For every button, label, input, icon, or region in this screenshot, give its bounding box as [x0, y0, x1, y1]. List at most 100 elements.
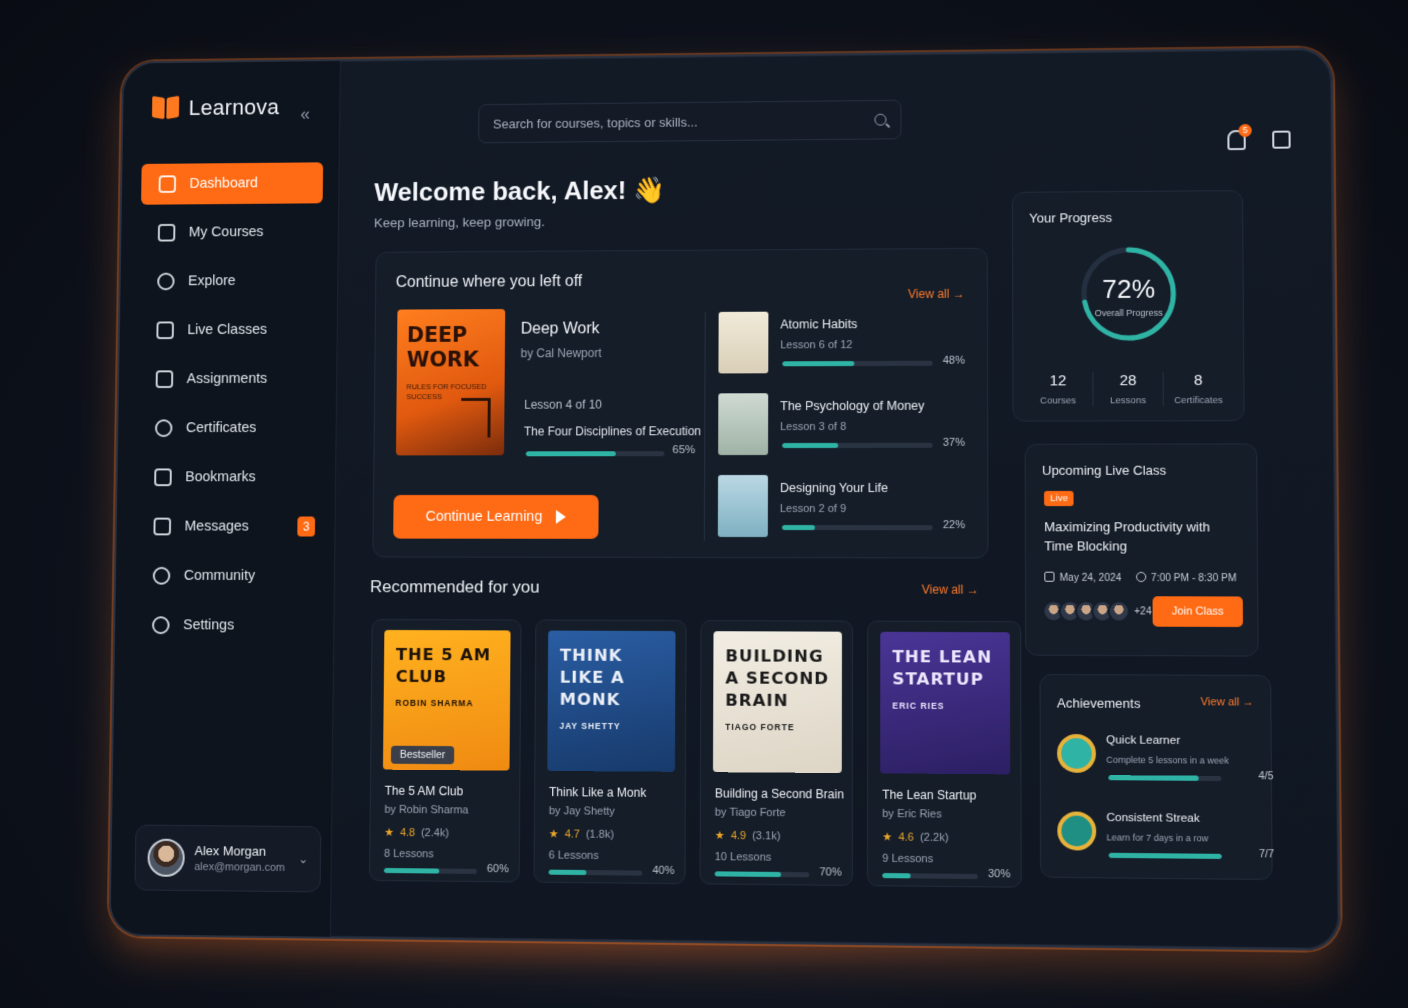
sidebar-item-my-courses[interactable]: My Courses: [140, 211, 322, 253]
notification-count-badge: 5: [1238, 123, 1252, 138]
sidebar-nav: Dashboard My Courses Explore Live Classe…: [134, 162, 324, 654]
sidebar-item-label: Messages: [184, 518, 249, 535]
card-title: Achievements: [1056, 695, 1141, 712]
search-bar: [478, 99, 902, 144]
achievement-name: Quick Learner: [1106, 734, 1181, 748]
list-item[interactable]: Atomic Habits Lesson 6 of 12 48%: [718, 311, 969, 384]
book-logo-icon: [152, 97, 179, 121]
sidebar-item-assignments[interactable]: Assignments: [138, 358, 321, 400]
progress-bar: [782, 360, 933, 367]
view-all-link[interactable]: View all →: [908, 287, 965, 301]
lesson-counter: Lesson 2 of 9: [779, 503, 847, 516]
sidebar-item-bookmarks[interactable]: Bookmarks: [137, 456, 320, 497]
sidebar-item-label: Assignments: [186, 371, 268, 387]
stat-certificates: 8 Certificates: [1174, 371, 1223, 407]
book-author: by Eric Ries: [882, 807, 942, 821]
user-name: Alex Morgan: [194, 843, 267, 859]
user-profile-menu[interactable]: Alex Morgan alex@morgan.com ⌄: [134, 824, 322, 893]
collapse-sidebar-icon[interactable]: «: [300, 104, 310, 125]
achievement-value: 7/7: [1258, 848, 1275, 861]
progress-percent: 70%: [819, 866, 842, 879]
achievement-item[interactable]: Quick Learner Complete 5 lessons in a we…: [1057, 730, 1274, 793]
progress-percent: 40%: [652, 864, 675, 877]
lesson-counter: Lesson 4 of 10: [524, 397, 602, 412]
overall-progress-value: 72%: [1102, 273, 1156, 305]
lamp-illustration: [460, 397, 491, 438]
progress-percent: 48%: [942, 354, 965, 367]
progress-percent: 22%: [942, 519, 966, 532]
book-author: by Jay Shetty: [548, 805, 615, 818]
sidebar-item-label: Bookmarks: [185, 469, 256, 486]
progress-bar: [525, 451, 665, 457]
book-card[interactable]: THINK LIKE A MONK JAY SHETTY Think Like …: [533, 619, 687, 885]
book-card[interactable]: THE LEAN STARTUP ERIC RIES The Lean Star…: [867, 620, 1022, 888]
calendar-icon[interactable]: [1272, 130, 1291, 149]
sidebar-item-live-classes[interactable]: Live Classes: [139, 309, 322, 351]
continue-learning-button[interactable]: Continue Learning: [393, 495, 599, 539]
search-input[interactable]: [492, 112, 875, 131]
award-icon: [154, 419, 173, 438]
progress-bar: [548, 869, 643, 876]
course-title[interactable]: Deep Work: [521, 320, 602, 338]
section-title: Continue where you left off: [395, 273, 583, 291]
sidebar-item-certificates[interactable]: Certificates: [137, 407, 320, 449]
search-icon[interactable]: [874, 113, 887, 126]
chevron-down-icon[interactable]: ⌄: [298, 852, 308, 866]
welcome-header: Welcome back, Alex! 👋 Keep learning, kee…: [374, 175, 666, 230]
logo[interactable]: Learnova: [152, 94, 280, 122]
view-all-link[interactable]: View all →: [1200, 696, 1253, 709]
user-email: alex@morgan.com: [194, 861, 285, 874]
course-title: Atomic Habits: [780, 317, 858, 332]
page-title: Welcome back, Alex! 👋: [374, 174, 666, 207]
streak-medal-icon: [1057, 811, 1097, 851]
calendar-icon: [1044, 571, 1055, 582]
sidebar-item-explore[interactable]: Explore: [140, 260, 322, 302]
live-badge: Live: [1044, 490, 1075, 507]
rating: ★ 4.9 (3.1k): [714, 829, 781, 843]
book-card[interactable]: BUILDING A SECOND BRAIN TIAGO FORTE Buil…: [699, 620, 854, 886]
achievement-item[interactable]: Consistent Streak Learn for 7 days in a …: [1057, 807, 1274, 870]
home-icon: [158, 175, 177, 193]
achievement-description: Complete 5 lessons in a week: [1106, 754, 1230, 766]
live-class-title[interactable]: Maximizing Productivity with Time Blocki…: [1044, 517, 1238, 556]
sidebar-item-dashboard[interactable]: Dashboard: [141, 162, 324, 205]
book-cover-deep-work[interactable]: DEEP WORK RULES FOR FOCUSED SUCCESS: [395, 309, 506, 456]
achievements-card: Achievements View all → Quick Learner Co…: [1039, 673, 1274, 881]
book-cover: THE 5 AM CLUB ROBIN SHARMA Bestseller: [382, 629, 511, 771]
clock-icon: [1135, 571, 1146, 583]
star-icon: ★: [882, 831, 893, 844]
book-cover-designing-your-life: [717, 475, 768, 538]
main-content: 5 Welcome back, Alex! 👋 Keep learning, k…: [331, 49, 1339, 949]
progress-ring: 72% Overall Progress: [1078, 244, 1180, 345]
lesson-counter: Lesson 3 of 8: [780, 420, 847, 434]
join-class-button[interactable]: Join Class: [1152, 596, 1243, 628]
bell-icon[interactable]: 5: [1227, 123, 1252, 151]
overall-progress-label: Overall Progress: [1094, 307, 1163, 319]
list-item[interactable]: The Psychology of Money Lesson 3 of 8 37…: [718, 393, 969, 465]
lesson-counter: Lesson 6 of 12: [780, 339, 853, 352]
rating: ★ 4.6 (2.2k): [882, 830, 949, 844]
sidebar-item-label: Explore: [187, 273, 236, 290]
achievement-value: 4/5: [1258, 770, 1274, 783]
book-card[interactable]: THE 5 AM CLUB ROBIN SHARMA Bestseller Th…: [368, 618, 522, 883]
document-icon: [155, 370, 174, 389]
user-info: Alex Morgan alex@morgan.com: [194, 843, 285, 874]
progress-bar: [882, 873, 978, 880]
sidebar-item-settings[interactable]: Settings: [134, 604, 318, 646]
avatar: [1107, 600, 1131, 623]
card-title: Upcoming Live Class: [1041, 462, 1167, 478]
book-cover: THE LEAN STARTUP ERIC RIES: [880, 631, 1011, 775]
app-name: Learnova: [188, 94, 280, 120]
stat-lessons: 28 Lessons: [1093, 372, 1164, 407]
progress-bar: [714, 871, 810, 878]
rating: ★ 4.8 (2.4k): [384, 826, 449, 839]
sidebar-item-messages[interactable]: Messages 3: [136, 506, 319, 548]
sidebar: Learnova « Dashboard My Courses Explore …: [110, 60, 341, 937]
sidebar-item-label: Settings: [183, 617, 235, 634]
sidebar-item-community[interactable]: Community: [135, 555, 319, 597]
messages-count-badge: 3: [297, 516, 316, 537]
star-icon: ★: [384, 826, 395, 839]
list-item[interactable]: Designing Your Life Lesson 2 of 9 22%: [717, 475, 969, 547]
progress-bar: [782, 442, 933, 449]
view-all-link[interactable]: View all →: [922, 583, 979, 597]
